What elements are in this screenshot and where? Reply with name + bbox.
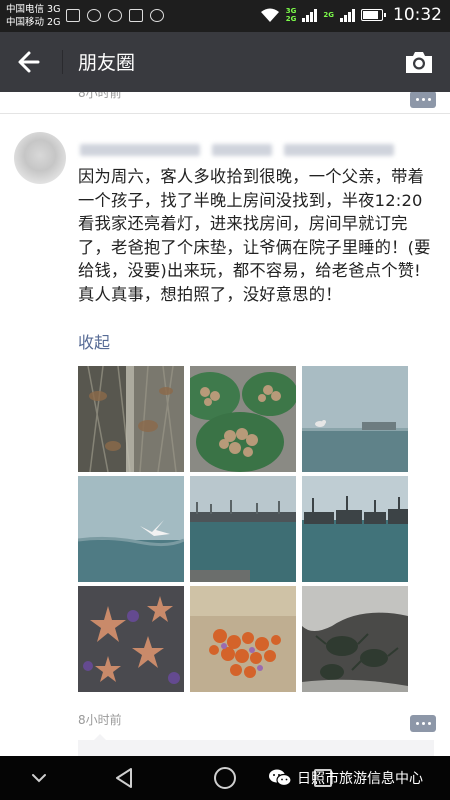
photo-starfish-sand[interactable] [190, 586, 296, 692]
chevron-down-button[interactable] [26, 766, 52, 790]
title-bar: 朋友圈 [0, 32, 450, 92]
photo-fishing-boats[interactable] [302, 476, 408, 582]
post-text: 因为周六，客人多收拾到很晚，一个父亲，带着一个孩子，找了半晚上房间没找到，半夜1… [78, 167, 431, 304]
settings-icon [150, 9, 164, 22]
carrier-1: 中国电信 3G [6, 4, 61, 15]
wechat-icon [269, 769, 292, 787]
signal-icon-2 [340, 8, 355, 22]
comment-icon[interactable] [410, 715, 436, 732]
sim-icon [129, 9, 143, 22]
camera-icon [406, 52, 432, 73]
net-2g: 2G [285, 15, 297, 23]
status-bar: 中国电信 3G 中国移动 2G 3G 2G 2G 10:32 [0, 0, 450, 32]
title-divider [62, 50, 63, 74]
photo-seagull-flying[interactable] [78, 476, 184, 582]
chevron-down-icon [32, 774, 46, 783]
username-blurred[interactable] [80, 144, 420, 158]
moments-feed[interactable]: 8小时前 因为周六，客人多收拾到很晚，一个父亲，带着一个孩子，找了半晚上房间没找… [0, 92, 450, 756]
circle-home-icon [214, 767, 236, 789]
net-3g: 3G [285, 7, 297, 15]
wechat-icon [108, 9, 122, 22]
wechat-icon [87, 9, 101, 22]
photo-crabs-in-bag[interactable] [302, 586, 408, 692]
page-title: 朋友圈 [78, 52, 136, 74]
battery-fill [363, 11, 379, 19]
photo-starfish-pile[interactable] [78, 586, 184, 692]
collapse-link[interactable]: 收起 [78, 329, 110, 353]
carrier-2: 中国移动 2G [6, 17, 61, 28]
wifi-icon [260, 8, 279, 22]
notification-icons [66, 9, 164, 22]
photo-crabs-in-basket[interactable] [78, 366, 184, 472]
image-icon [66, 9, 80, 22]
photo-clams-in-baskets[interactable] [190, 366, 296, 472]
nav-home-button[interactable] [212, 766, 238, 790]
previous-post-time: 8小时前 [78, 92, 122, 100]
watermark-text: 日照市旅游信息中心 [297, 771, 423, 787]
watermark: 日照市旅游信息中心 [268, 768, 423, 788]
nav-back-button[interactable] [112, 766, 138, 790]
camera-button[interactable] [404, 48, 434, 76]
battery-icon [361, 9, 386, 21]
post-separator [0, 113, 450, 114]
triangle-back-icon [116, 768, 132, 788]
network-type: 3G 2G [286, 7, 297, 23]
post-time: 8小时前 [78, 713, 122, 727]
back-button[interactable] [10, 42, 50, 82]
navigation-bar: 日照市旅游信息中心 [0, 756, 450, 800]
network-type-2: 2G [323, 11, 334, 19]
arrow-left-icon [18, 51, 40, 73]
avatar[interactable] [14, 132, 66, 184]
likes-box [78, 734, 434, 756]
status-time: 10:32 [393, 5, 442, 25]
photo-seagull-sea[interactable] [302, 366, 408, 472]
signal-icon [302, 8, 318, 22]
photo-harbor-boats[interactable] [190, 476, 296, 582]
photo-grid [78, 366, 409, 692]
carrier-info: 中国电信 3G 中国移动 2G [6, 3, 60, 29]
status-right: 3G 2G 2G 10:32 [260, 5, 442, 25]
comment-icon[interactable] [410, 92, 436, 108]
